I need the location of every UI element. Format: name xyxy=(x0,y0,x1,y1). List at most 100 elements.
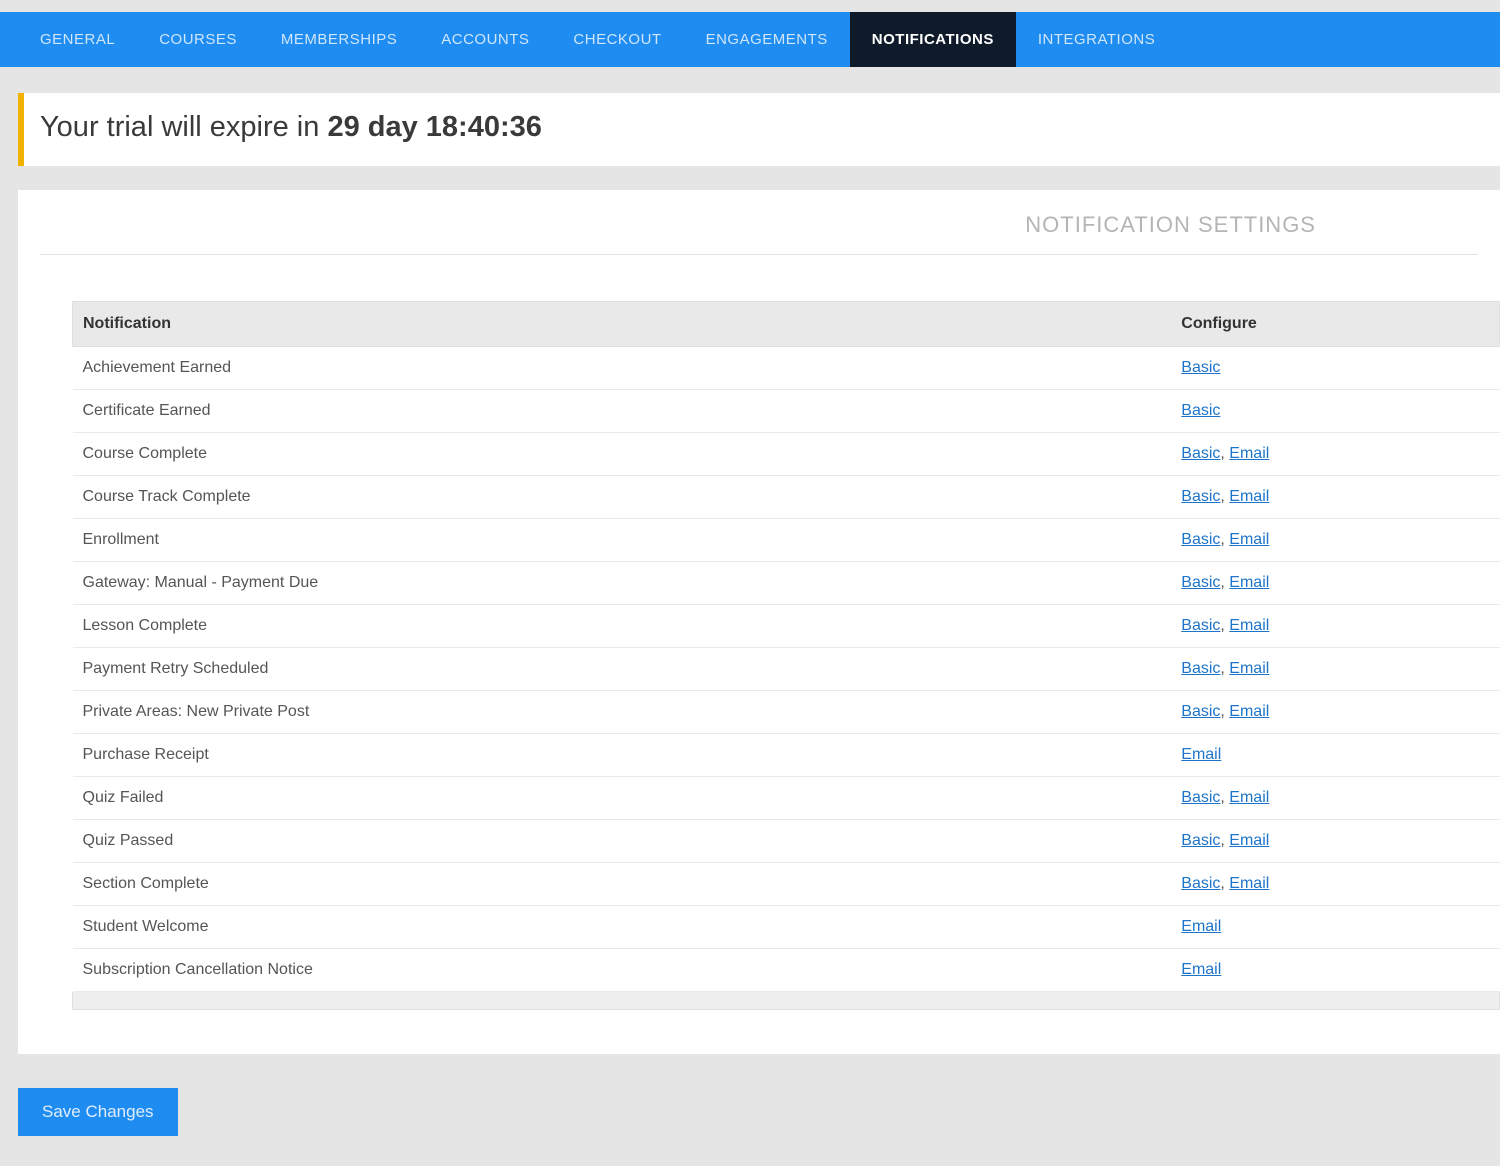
configure-links: Email xyxy=(1171,949,1499,992)
configure-link-email[interactable]: Email xyxy=(1181,746,1221,763)
configure-links: Basic, Email xyxy=(1171,863,1499,906)
table-row: Lesson CompleteBasic, Email xyxy=(73,605,1500,648)
table-row: Course Track CompleteBasic, Email xyxy=(73,476,1500,519)
configure-link-basic[interactable]: Basic xyxy=(1181,875,1220,892)
notifications-table: Notification Configure Achievement Earne… xyxy=(72,301,1500,992)
table-row: Student Welcome Email xyxy=(73,906,1500,949)
configure-links: Basic, Email xyxy=(1171,605,1499,648)
configure-link-basic[interactable]: Basic xyxy=(1181,660,1220,677)
configure-link-email[interactable]: Email xyxy=(1229,574,1269,591)
table-row: Quiz PassedBasic, Email xyxy=(73,820,1500,863)
configure-link-basic[interactable]: Basic xyxy=(1181,617,1220,634)
nav-tab-memberships[interactable]: MEMBERSHIPS xyxy=(259,12,419,67)
nav-tab-integrations[interactable]: INTEGRATIONS xyxy=(1016,12,1177,67)
table-row: Payment Retry ScheduledBasic, Email xyxy=(73,648,1500,691)
th-notification: Notification xyxy=(73,302,1172,347)
notification-name: Student Welcome xyxy=(73,906,1172,949)
configure-links: Basic xyxy=(1171,347,1499,390)
configure-link-basic[interactable]: Basic xyxy=(1181,531,1220,548)
configure-link-email[interactable]: Email xyxy=(1229,789,1269,806)
nav-tab-engagements[interactable]: ENGAGEMENTS xyxy=(684,12,850,67)
configure-links: Basic, Email xyxy=(1171,777,1499,820)
notification-name: Course Complete xyxy=(73,433,1172,476)
panel-title: NOTIFICATION SETTINGS xyxy=(40,212,1478,238)
configure-link-basic[interactable]: Basic xyxy=(1181,703,1220,720)
trial-countdown: 29 day 18:40:36 xyxy=(327,111,541,143)
notification-name: Purchase Receipt xyxy=(73,734,1172,777)
th-configure: Configure xyxy=(1171,302,1499,347)
configure-link-email[interactable]: Email xyxy=(1181,961,1221,978)
link-separator: , xyxy=(1220,789,1229,806)
configure-links: Basic, Email xyxy=(1171,820,1499,863)
configure-link-basic[interactable]: Basic xyxy=(1181,445,1220,462)
configure-links: Email xyxy=(1171,906,1499,949)
configure-link-email[interactable]: Email xyxy=(1229,703,1269,720)
configure-link-basic[interactable]: Basic xyxy=(1181,789,1220,806)
nav-tab-courses[interactable]: COURSES xyxy=(137,12,259,67)
notification-name: Section Complete xyxy=(73,863,1172,906)
configure-links: Basic, Email xyxy=(1171,476,1499,519)
notification-name: Payment Retry Scheduled xyxy=(73,648,1172,691)
configure-links: Basic, Email xyxy=(1171,691,1499,734)
nav-tab-notifications[interactable]: NOTIFICATIONS xyxy=(850,12,1016,67)
configure-links: Basic xyxy=(1171,390,1499,433)
configure-link-email[interactable]: Email xyxy=(1229,531,1269,548)
notification-name: Gateway: Manual - Payment Due xyxy=(73,562,1172,605)
table-row: EnrollmentBasic, Email xyxy=(73,519,1500,562)
link-separator: , xyxy=(1220,832,1229,849)
configure-link-basic[interactable]: Basic xyxy=(1181,359,1220,376)
configure-links: Basic, Email xyxy=(1171,648,1499,691)
notification-name: Subscription Cancellation Notice xyxy=(73,949,1172,992)
configure-link-email[interactable]: Email xyxy=(1229,445,1269,462)
table-row: Gateway: Manual - Payment DueBasic, Emai… xyxy=(73,562,1500,605)
configure-link-email[interactable]: Email xyxy=(1229,832,1269,849)
configure-link-basic[interactable]: Basic xyxy=(1181,574,1220,591)
configure-links: Email xyxy=(1171,734,1499,777)
link-separator: , xyxy=(1220,488,1229,505)
trial-banner: Your trial will expire in 29 day 18:40:3… xyxy=(18,93,1500,166)
trial-message: Your trial will expire in 29 day 18:40:3… xyxy=(40,111,542,143)
link-separator: , xyxy=(1220,574,1229,591)
notification-name: Lesson Complete xyxy=(73,605,1172,648)
configure-link-basic[interactable]: Basic xyxy=(1181,402,1220,419)
table-row: Certificate Earned Basic xyxy=(73,390,1500,433)
configure-link-email[interactable]: Email xyxy=(1229,660,1269,677)
main-nav: GENERAL COURSES MEMBERSHIPS ACCOUNTS CHE… xyxy=(0,0,1500,67)
nav-tab-general[interactable]: GENERAL xyxy=(18,12,137,67)
table-row: Section CompleteBasic, Email xyxy=(73,863,1500,906)
link-separator: , xyxy=(1220,703,1229,720)
table-row: Quiz FailedBasic, Email xyxy=(73,777,1500,820)
notification-name: Achievement Earned xyxy=(73,347,1172,390)
trial-prefix: Your trial will expire in xyxy=(40,111,327,143)
nav-tab-checkout[interactable]: CHECKOUT xyxy=(551,12,683,67)
notification-name: Quiz Passed xyxy=(73,820,1172,863)
notification-name: Private Areas: New Private Post xyxy=(73,691,1172,734)
configure-link-email[interactable]: Email xyxy=(1181,918,1221,935)
notification-name: Enrollment xyxy=(73,519,1172,562)
configure-link-email[interactable]: Email xyxy=(1229,617,1269,634)
configure-link-email[interactable]: Email xyxy=(1229,488,1269,505)
configure-link-basic[interactable]: Basic xyxy=(1181,832,1220,849)
notification-name: Certificate Earned xyxy=(73,390,1172,433)
link-separator: , xyxy=(1220,445,1229,462)
table-row: Achievement Earned Basic xyxy=(73,347,1500,390)
configure-links: Basic, Email xyxy=(1171,519,1499,562)
notification-name: Quiz Failed xyxy=(73,777,1172,820)
table-row: Course CompleteBasic, Email xyxy=(73,433,1500,476)
configure-link-basic[interactable]: Basic xyxy=(1181,488,1220,505)
table-row: Subscription Cancellation Notice Email xyxy=(73,949,1500,992)
table-footer-strip xyxy=(72,992,1500,1010)
table-row: Private Areas: New Private PostBasic, Em… xyxy=(73,691,1500,734)
link-separator: , xyxy=(1220,660,1229,677)
settings-panel: NOTIFICATION SETTINGS Notification Confi… xyxy=(18,190,1500,1054)
configure-links: Basic, Email xyxy=(1171,562,1499,605)
configure-links: Basic, Email xyxy=(1171,433,1499,476)
link-separator: , xyxy=(1220,875,1229,892)
nav-tab-accounts[interactable]: ACCOUNTS xyxy=(419,12,551,67)
notification-name: Course Track Complete xyxy=(73,476,1172,519)
save-changes-button[interactable]: Save Changes xyxy=(18,1088,178,1136)
link-separator: , xyxy=(1220,531,1229,548)
panel-title-row: NOTIFICATION SETTINGS xyxy=(40,208,1478,255)
table-row: Purchase Receipt Email xyxy=(73,734,1500,777)
configure-link-email[interactable]: Email xyxy=(1229,875,1269,892)
